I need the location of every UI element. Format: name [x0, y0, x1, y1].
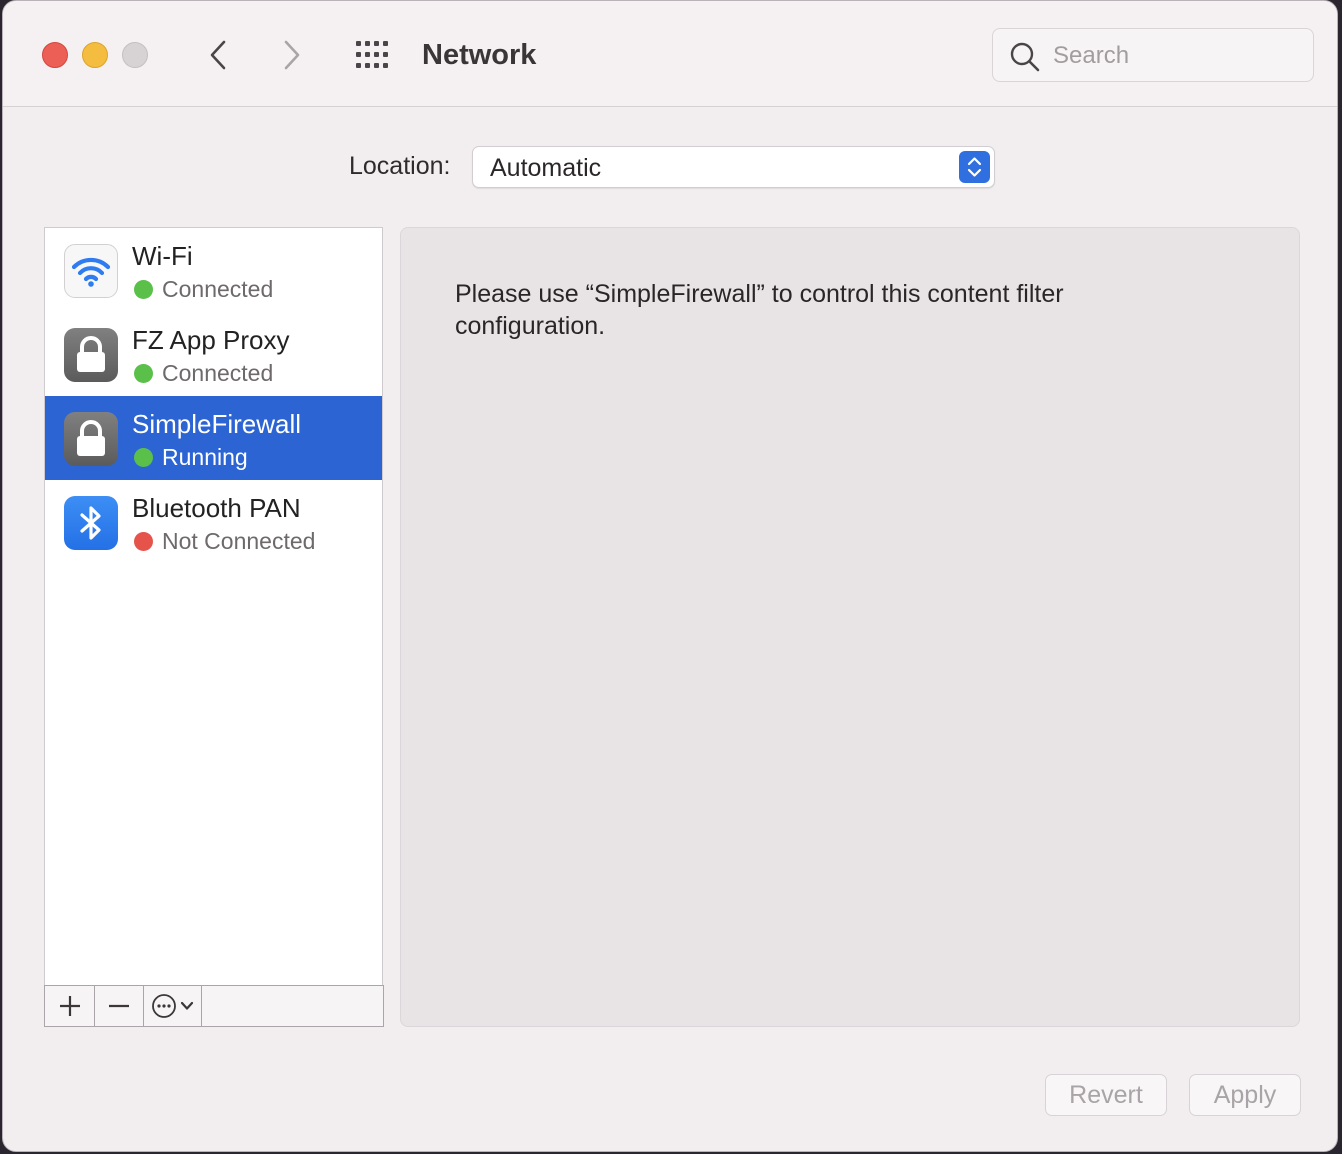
chevron-up-down-icon [967, 157, 982, 177]
search-field[interactable] [992, 28, 1314, 82]
plus-icon [59, 996, 80, 1016]
service-status: Not Connected [162, 528, 316, 554]
window-title: Network [422, 39, 537, 71]
ellipsis-circle-icon [152, 994, 176, 1018]
chevron-right-icon [284, 40, 300, 70]
service-name: Bluetooth PAN [132, 493, 301, 523]
service-name: FZ App Proxy [132, 325, 290, 355]
service-name: SimpleFirewall [132, 409, 302, 439]
search-input[interactable] [1053, 39, 1303, 73]
location-popup[interactable]: Automatic [472, 146, 995, 188]
service-item-simplefirewall[interactable]: SimpleFirewall Running [45, 396, 382, 480]
status-indicator [134, 280, 153, 299]
service-item-fz-app-proxy[interactable]: FZ App Proxy Connected [45, 312, 382, 396]
service-status: Running [162, 444, 248, 470]
close-window-button[interactable] [42, 42, 68, 68]
search-icon [1010, 42, 1040, 72]
service-name: Wi-Fi [132, 241, 193, 271]
toolbar: Network [3, 1, 1337, 107]
bluetooth-icon [64, 496, 118, 550]
remove-service-button[interactable] [95, 986, 144, 1026]
back-button[interactable] [203, 37, 233, 73]
revert-button[interactable]: Revert [1045, 1074, 1167, 1116]
zoom-window-button[interactable] [122, 42, 148, 68]
forward-button[interactable] [277, 37, 307, 73]
chevron-down-icon [180, 1001, 194, 1010]
network-preferences-window: Network Location: Automatic [2, 0, 1338, 1152]
popup-stepper [959, 151, 990, 183]
wifi-icon [64, 244, 118, 298]
service-status: Connected [162, 276, 274, 302]
service-list-toolbar [44, 985, 384, 1027]
service-item-bluetooth-pan[interactable]: Bluetooth PAN Not Connected [45, 480, 382, 564]
lock-icon [64, 412, 118, 466]
location-value: Automatic [490, 154, 602, 182]
add-service-button[interactable] [45, 986, 95, 1026]
grid-icon [356, 41, 388, 68]
location-label: Location: [349, 152, 451, 180]
detail-pane: Please use “SimpleFirewall” to control t… [400, 227, 1300, 1027]
content-filter-message: Please use “SimpleFirewall” to control t… [455, 280, 1064, 340]
apply-button[interactable]: Apply [1189, 1074, 1301, 1116]
service-item-wifi[interactable]: Wi-Fi Connected [45, 228, 382, 312]
chevron-left-icon [210, 40, 226, 70]
service-status: Connected [162, 360, 274, 386]
minimize-window-button[interactable] [82, 42, 108, 68]
lock-icon [64, 328, 118, 382]
status-indicator [134, 364, 153, 383]
minus-icon [109, 1004, 129, 1008]
action-menu-button[interactable] [144, 986, 202, 1026]
status-indicator [134, 532, 153, 551]
service-list: Wi-Fi Connected FZ App Proxy Connected S… [44, 227, 383, 985]
status-indicator [134, 448, 153, 467]
show-all-button[interactable] [355, 39, 391, 71]
